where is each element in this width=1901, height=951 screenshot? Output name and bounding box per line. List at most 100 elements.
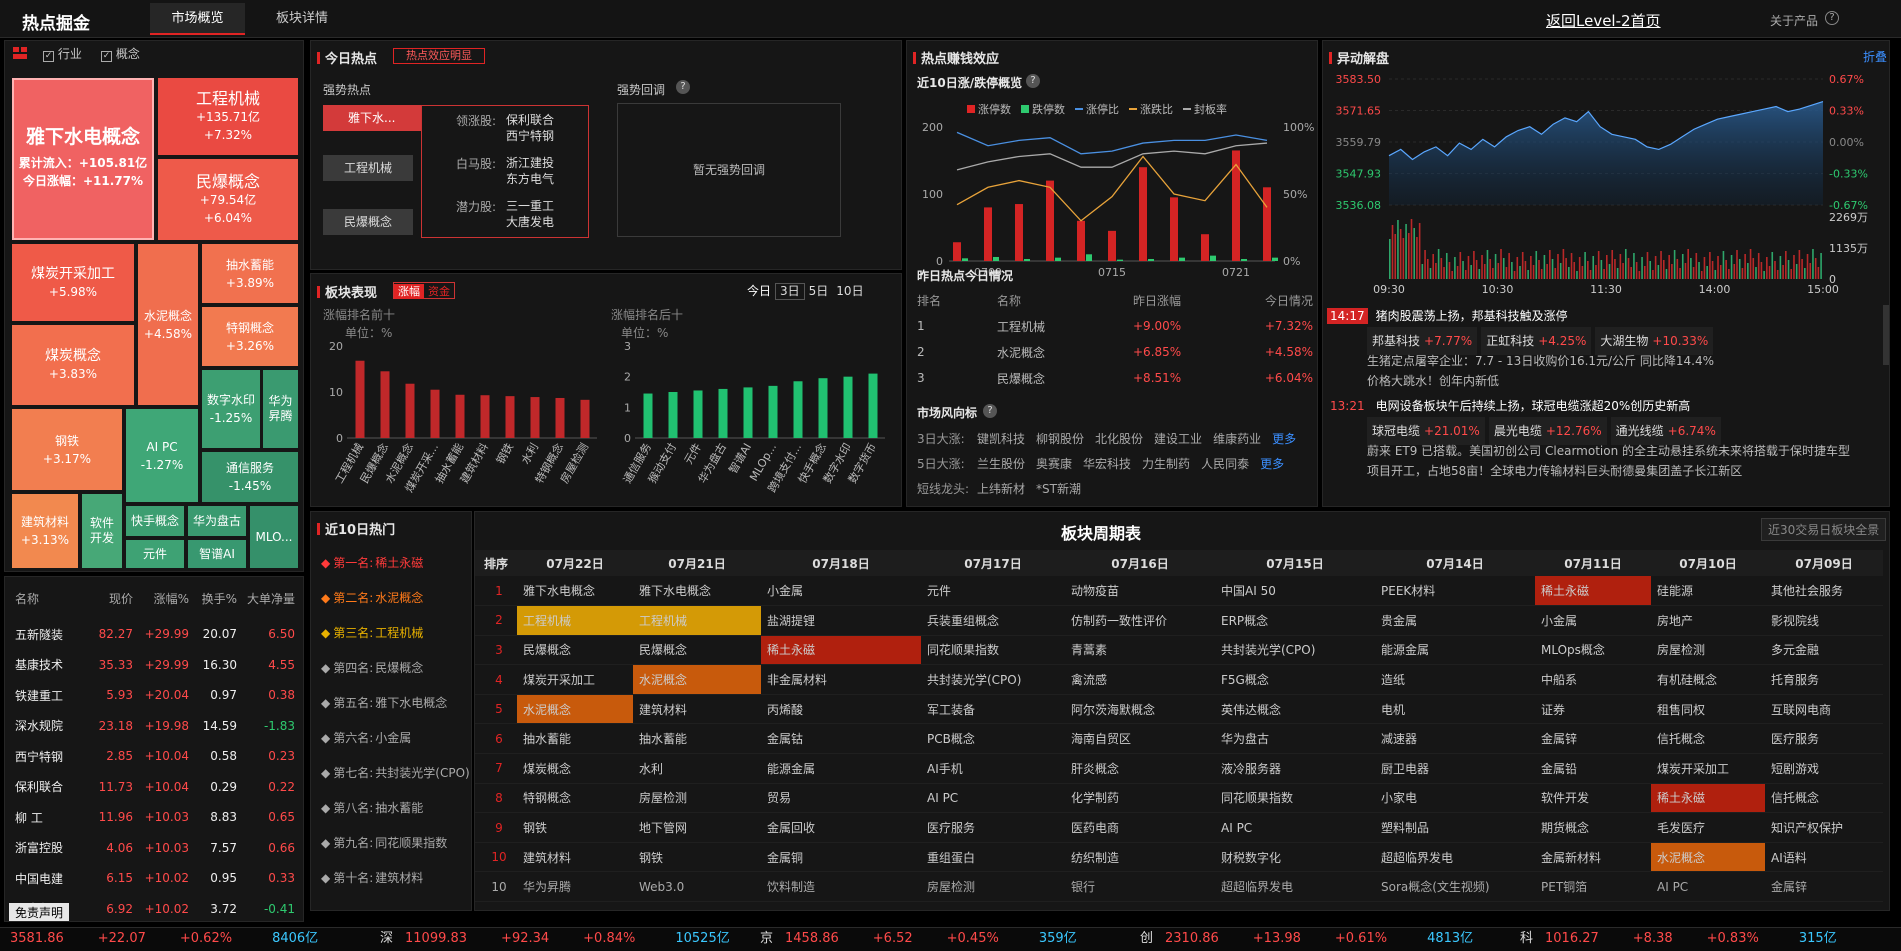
- heatmap-tile[interactable]: 元件: [126, 540, 184, 568]
- table-row[interactable]: 深水规院 23.18 +19.98 14.59 -1.83: [5, 711, 303, 742]
- cycle-cell[interactable]: 造纸: [1375, 664, 1535, 695]
- cycle-cell[interactable]: PCB概念: [921, 723, 1065, 755]
- heatmap-tile[interactable]: 煤炭开采加工 +5.98%: [12, 244, 134, 321]
- table-row[interactable]: 1 工程机械 +9.00% +7.32%: [917, 313, 1313, 339]
- cycle-cell[interactable]: AI语料: [1765, 842, 1883, 873]
- cycle-cell[interactable]: 钢铁: [633, 842, 761, 873]
- limit-down-bar[interactable]: [1086, 254, 1092, 261]
- cycle-cell[interactable]: 互联网电商: [1765, 694, 1883, 725]
- stock-name[interactable]: 东方电气: [506, 171, 554, 187]
- help-icon[interactable]: ?: [1825, 11, 1839, 25]
- more-link[interactable]: 更多: [1272, 432, 1296, 446]
- cycle-cell[interactable]: 金属锌: [1765, 871, 1883, 903]
- limit-up-bar[interactable]: [953, 242, 961, 261]
- bar[interactable]: [868, 373, 878, 438]
- cycle-cell[interactable]: 房屋检测: [921, 871, 1065, 903]
- heatmap-tile[interactable]: 工程机械 +135.71亿 +7.32%: [158, 78, 298, 155]
- vane-stock[interactable]: 柳钢股份: [1036, 432, 1084, 446]
- sector-name-cell[interactable]: 民爆概念: [997, 365, 1133, 391]
- limit-down-bar[interactable]: [1179, 257, 1185, 261]
- bar[interactable]: [693, 390, 703, 438]
- cycle-cell[interactable]: 财税数字化: [1215, 842, 1375, 873]
- heatmap-tile[interactable]: 通信服务 -1.45%: [202, 452, 298, 502]
- cycle-cell[interactable]: 同花顺果指数: [921, 635, 1065, 666]
- table-row[interactable]: 中国电建 6.15 +10.02 0.95 0.33: [5, 863, 303, 894]
- vane-stock[interactable]: 建设工业: [1154, 432, 1202, 446]
- stock-name[interactable]: 中国电建: [5, 863, 91, 894]
- cycle-cell[interactable]: 水泥概念: [633, 664, 761, 695]
- tab-gain[interactable]: 涨幅: [394, 284, 424, 299]
- cycle-cell[interactable]: PET铜箔: [1535, 871, 1651, 903]
- cycle-cell[interactable]: 超超临界发电: [1215, 871, 1375, 903]
- cycle-cell[interactable]: 煤炭概念: [517, 753, 633, 784]
- cycle-cell[interactable]: 多元金融: [1765, 635, 1883, 666]
- stock-name[interactable]: 浙富控股: [5, 833, 91, 864]
- cycle-cell[interactable]: MLOps概念: [1535, 635, 1651, 666]
- news-scrollbar[interactable]: [1883, 305, 1889, 365]
- col-header-turnover[interactable]: 换手%: [189, 577, 237, 619]
- limit-up-bar[interactable]: [1170, 197, 1178, 261]
- cycle-cell[interactable]: 元件: [921, 576, 1065, 607]
- cycle-cell[interactable]: 信托概念: [1765, 783, 1883, 814]
- cycle-cell[interactable]: 金属新材料: [1535, 842, 1651, 873]
- all-30d-button[interactable]: 近30交易日板块全景: [1761, 518, 1887, 541]
- hot10-item[interactable]: ◆ 第四名: 民爆概念: [321, 661, 471, 696]
- period-today[interactable]: 今日: [743, 284, 775, 301]
- limit-up-bar[interactable]: [1108, 230, 1116, 261]
- cycle-cell[interactable]: 非金属材料: [761, 664, 921, 695]
- vane-stock[interactable]: 兰生股份: [977, 457, 1025, 471]
- leader-stocks[interactable]: 保利联合 西宁特钢: [506, 112, 554, 144]
- concept-checkbox[interactable]: ✓ 概念: [101, 45, 140, 62]
- table-row[interactable]: 基康技术 35.33 +29.99 16.30 4.55: [5, 650, 303, 681]
- cycle-cell[interactable]: 民爆概念: [633, 635, 761, 666]
- cycle-cell[interactable]: 雅下水电概念: [633, 576, 761, 607]
- cycle-cell[interactable]: 证券: [1535, 694, 1651, 725]
- period-5d[interactable]: 5日: [805, 284, 833, 301]
- cycle-cell[interactable]: 小家电: [1375, 783, 1535, 814]
- tab-fund[interactable]: 资金: [424, 285, 454, 298]
- cycle-cell[interactable]: 钢铁: [517, 812, 633, 843]
- col-header-change[interactable]: 涨幅%: [133, 577, 189, 619]
- table-row[interactable]: 五新隧装 82.27 +29.99 20.07 6.50: [5, 619, 303, 650]
- cycle-cell[interactable]: 纺织制造: [1065, 842, 1215, 873]
- cycle-cell[interactable]: 贵金属: [1375, 605, 1535, 636]
- cycle-cell[interactable]: Web3.0: [633, 871, 761, 903]
- cycle-cell[interactable]: 银行: [1065, 871, 1215, 903]
- cycle-cell[interactable]: 金属铜: [761, 842, 921, 873]
- tab-sector-detail[interactable]: 板块详情: [262, 3, 342, 35]
- cycle-cell[interactable]: 水泥概念: [1651, 842, 1765, 873]
- cycle-cell[interactable]: 医疗服务: [1765, 723, 1883, 755]
- hot-item-1[interactable]: 雅下水...: [323, 105, 421, 131]
- index-ticker[interactable]: 3581.86 +22.07 +0.62% 8406亿: [0, 928, 380, 950]
- stock-name[interactable]: 三一重工: [506, 198, 554, 214]
- bar[interactable]: [793, 381, 803, 438]
- cycle-cell[interactable]: 动物疫苗: [1065, 576, 1215, 607]
- cycle-cell[interactable]: 金属锌: [1535, 723, 1651, 755]
- heatmap-tile[interactable]: 抽水蓄能 +3.89%: [202, 244, 298, 303]
- limit-down-bar[interactable]: [993, 256, 999, 261]
- more-link[interactable]: 更多: [1260, 457, 1284, 471]
- cycle-cell[interactable]: 影视院线: [1765, 605, 1883, 636]
- cycle-cell[interactable]: 肝炎概念: [1065, 753, 1215, 784]
- cycle-cell[interactable]: 超超临界发电: [1375, 842, 1535, 873]
- cycle-cell[interactable]: 重组蛋白: [921, 842, 1065, 873]
- hot10-item[interactable]: ◆ 第三名: 工程机械: [321, 626, 471, 661]
- cycle-cell[interactable]: 其他社会服务: [1765, 576, 1883, 607]
- help-icon[interactable]: ?: [1026, 74, 1040, 88]
- hot10-item[interactable]: ◆ 第八名: 抽水蓄能: [321, 801, 471, 836]
- hot-item-3[interactable]: 民爆概念: [323, 209, 413, 235]
- cycle-cell[interactable]: 金属钴: [761, 723, 921, 755]
- potential-stocks[interactable]: 三一重工 大唐发电: [506, 198, 554, 230]
- cycle-cell[interactable]: 中船系: [1535, 664, 1651, 695]
- bar[interactable]: [818, 378, 828, 438]
- stock-name[interactable]: 保利联合: [506, 112, 554, 128]
- bar[interactable]: [505, 396, 515, 438]
- limit-down-bar[interactable]: [1241, 258, 1247, 261]
- cycle-cell[interactable]: 煤炭开采加工: [1651, 753, 1765, 784]
- cycle-cell[interactable]: 华为昇腾: [517, 871, 633, 903]
- vane-stock[interactable]: 上纬新材: [977, 482, 1025, 496]
- news-item[interactable]: 14:17 猪肉股震荡上扬，邦基科技触及涨停 邦基科技 +7.77% 正虹科技 +4.25…: [1327, 305, 1875, 391]
- cycle-cell[interactable]: 英伟达概念: [1215, 694, 1375, 725]
- vane-stock[interactable]: 奥赛康: [1036, 457, 1072, 471]
- index-ticker[interactable]: 京 1458.86 +6.52 +0.45% 359亿: [760, 928, 1140, 950]
